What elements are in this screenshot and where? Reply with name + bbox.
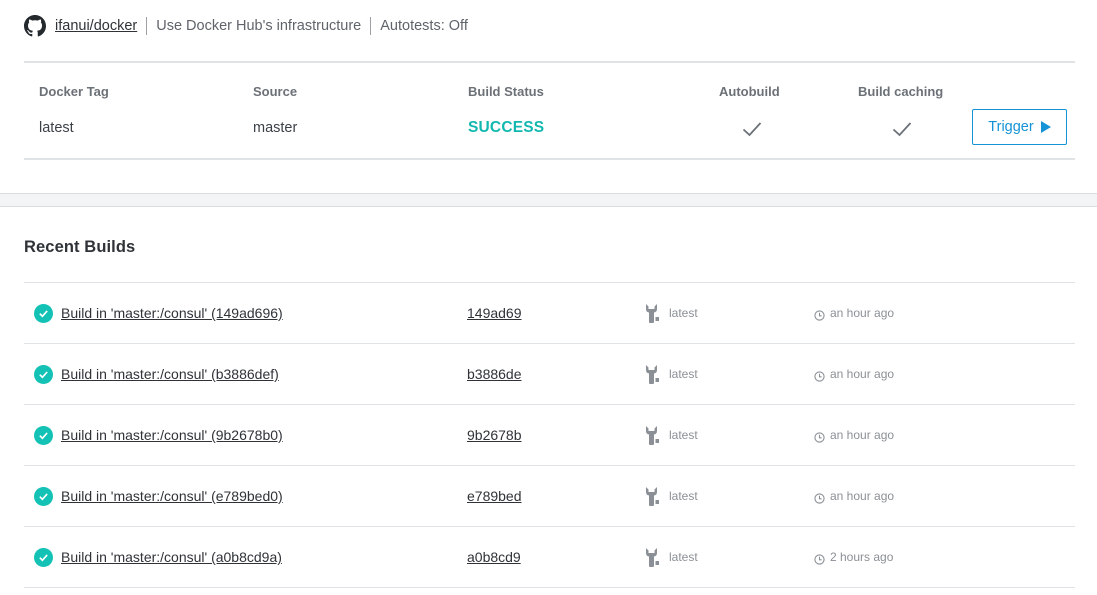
- commit-link[interactable]: a0b8cd9: [467, 549, 521, 565]
- source-value: master: [253, 120, 298, 136]
- trigger-label: Trigger: [988, 119, 1034, 135]
- build-caching-checkmark-icon: [891, 118, 913, 140]
- build-time: an hour ago: [830, 367, 895, 381]
- clock-icon: [814, 430, 825, 443]
- build-config-table: Docker Tag Source Build Status Autobuild…: [24, 61, 1075, 160]
- docker-tag-value: latest: [39, 120, 74, 136]
- success-check-icon: [34, 304, 53, 323]
- separator: [146, 17, 148, 35]
- build-config-section: ifanui/docker Use Docker Hub's infrastru…: [0, 0, 1097, 193]
- autotests-text: Autotests: Off: [380, 18, 468, 34]
- build-tag: latest: [669, 489, 698, 503]
- wrench-icon: [644, 302, 660, 324]
- build-time: an hour ago: [830, 306, 895, 320]
- autobuild-header: Autobuild: [719, 84, 780, 99]
- success-check-icon: [34, 487, 53, 506]
- build-tag: latest: [669, 367, 698, 381]
- github-icon: [24, 15, 46, 37]
- build-row: Build in 'master:/consul' (9b2678b0) 9b2…: [24, 405, 1075, 466]
- recent-builds-title: Recent Builds: [24, 238, 136, 256]
- build-row: Build in 'master:/consul' (e789bed0) e78…: [24, 466, 1075, 527]
- play-icon: [1040, 121, 1051, 133]
- clock-icon: [814, 369, 825, 382]
- build-link[interactable]: Build in 'master:/consul' (9b2678b0): [61, 427, 283, 443]
- build-link[interactable]: Build in 'master:/consul' (e789bed0): [61, 488, 283, 504]
- wrench-icon: [644, 424, 660, 446]
- source-header: Source: [253, 84, 298, 99]
- docker-tag-header: Docker Tag: [39, 84, 109, 99]
- success-check-icon: [34, 548, 53, 567]
- wrench-icon: [644, 363, 660, 385]
- recent-builds-list: Build in 'master:/consul' (149ad696) 149…: [24, 282, 1075, 588]
- clock-icon: [814, 308, 825, 321]
- build-link[interactable]: Build in 'master:/consul' (a0b8cd9a): [61, 549, 282, 565]
- build-caching-header: Build caching: [858, 84, 944, 99]
- build-status-value: SUCCESS: [468, 119, 545, 136]
- wrench-icon: [644, 485, 660, 507]
- repo-link[interactable]: ifanui/docker: [55, 18, 137, 34]
- build-status-header: Build Status: [468, 84, 544, 99]
- success-check-icon: [34, 426, 53, 445]
- build-time: an hour ago: [830, 428, 895, 442]
- build-time: an hour ago: [830, 489, 895, 503]
- wrench-icon: [644, 546, 660, 568]
- build-row: Build in 'master:/consul' (a0b8cd9a) a0b…: [24, 527, 1075, 588]
- build-link[interactable]: Build in 'master:/consul' (149ad696): [61, 305, 283, 321]
- commit-link[interactable]: b3886de: [467, 366, 522, 382]
- build-link[interactable]: Build in 'master:/consul' (b3886def): [61, 366, 279, 382]
- build-tag: latest: [669, 550, 698, 564]
- success-check-icon: [34, 365, 53, 384]
- build-row: Build in 'master:/consul' (149ad696) 149…: [24, 283, 1075, 344]
- build-tag: latest: [669, 306, 698, 320]
- build-tag: latest: [669, 428, 698, 442]
- section-divider: [0, 193, 1097, 207]
- clock-icon: [814, 552, 825, 565]
- separator: [370, 17, 372, 35]
- build-row: Build in 'master:/consul' (b3886def) b38…: [24, 344, 1075, 405]
- clock-icon: [814, 491, 825, 504]
- commit-link[interactable]: 149ad69: [467, 305, 522, 321]
- trigger-button[interactable]: Trigger: [972, 109, 1067, 145]
- autobuild-checkmark-icon: [741, 118, 763, 140]
- build-time: 2 hours ago: [830, 550, 894, 564]
- commit-link[interactable]: e789bed: [467, 488, 522, 504]
- repo-info-line: ifanui/docker Use Docker Hub's infrastru…: [24, 14, 468, 38]
- infrastructure-text: Use Docker Hub's infrastructure: [156, 18, 362, 34]
- commit-link[interactable]: 9b2678b: [467, 427, 522, 443]
